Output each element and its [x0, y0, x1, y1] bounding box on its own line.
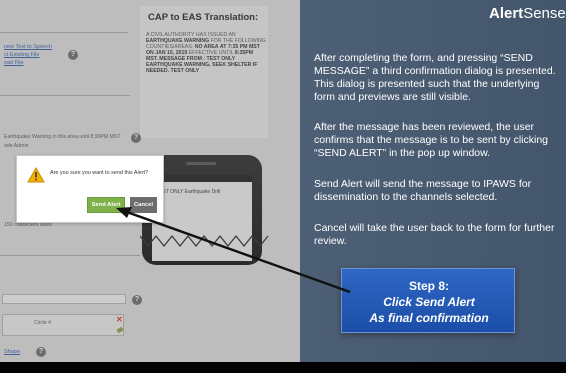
bottom-bar [0, 362, 566, 373]
tutorial-slide: CAP to EAS Translation: A civil authorit… [0, 0, 566, 373]
pointer-arrow [116, 207, 351, 294]
